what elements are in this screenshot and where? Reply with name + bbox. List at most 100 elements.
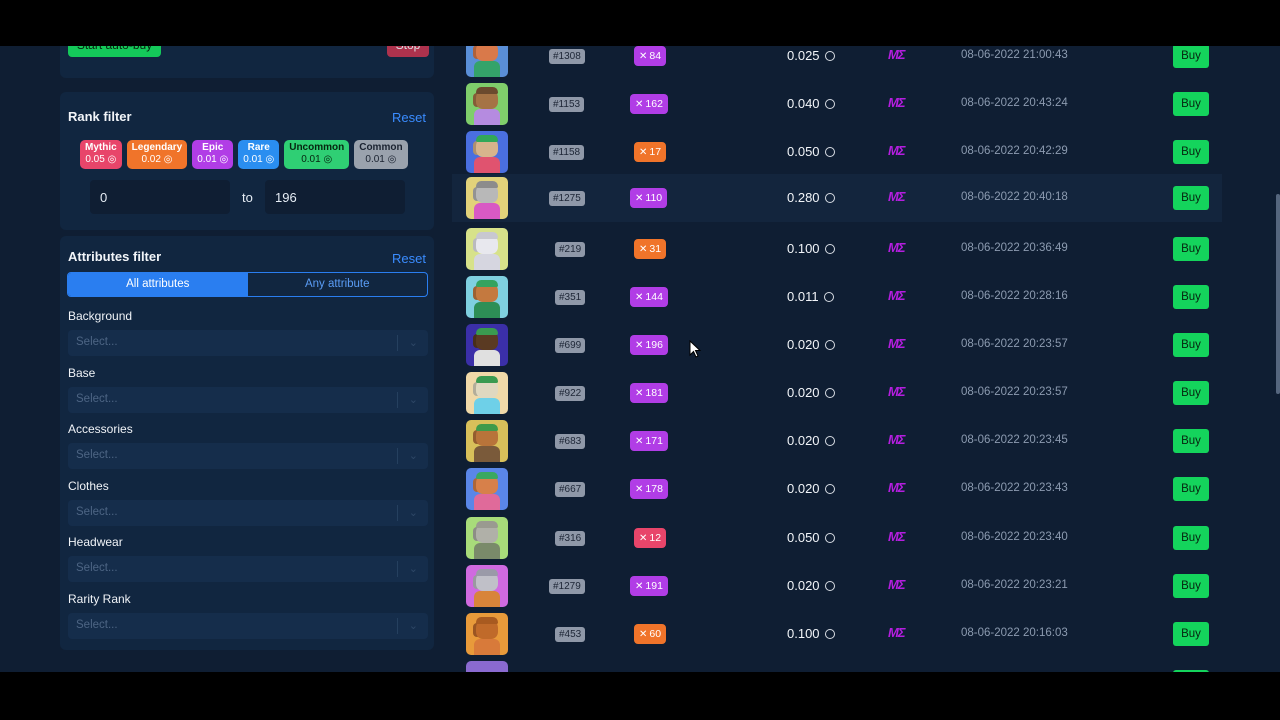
nft-thumbnail[interactable] — [466, 565, 508, 607]
buy-button[interactable]: Buy — [1173, 381, 1209, 405]
price-value: 0.100 — [787, 626, 820, 641]
chevron-down-icon[interactable]: ⌄ — [409, 562, 418, 575]
rank-filter-reset-link[interactable]: Reset — [392, 110, 426, 125]
filter-select-rarity-rank[interactable]: Select... ⌄ — [68, 612, 428, 639]
filter-select-clothes[interactable]: Select... ⌄ — [68, 499, 428, 526]
magic-eden-icon[interactable]: MΣ — [888, 240, 905, 255]
chevron-down-icon[interactable]: ⌄ — [409, 449, 418, 462]
price-value: 0.020 — [787, 385, 820, 400]
magic-eden-icon[interactable]: MΣ — [888, 577, 905, 592]
chevron-down-icon[interactable]: ⌄ — [409, 393, 418, 406]
filter-select-accessories[interactable]: Select... ⌄ — [68, 443, 428, 469]
nft-thumbnail[interactable] — [466, 613, 508, 655]
table-row: #453 ✕ 60 0.100 MΣ 08-06-2022 20:16:03 Buy — [452, 610, 1222, 658]
price-value: 0.020 — [787, 578, 820, 593]
table-row-partial — [452, 658, 1222, 672]
magic-eden-icon[interactable]: MΣ — [888, 625, 905, 640]
price: 0.020 — [787, 578, 835, 593]
rank-value: 196 — [645, 339, 663, 351]
nft-thumbnail[interactable] — [466, 177, 508, 219]
rarity-chip-legendary[interactable]: Legendary 0.02 ◎ — [126, 140, 188, 169]
attributes-filter-title: Attributes filter — [68, 249, 162, 264]
sol-icon — [824, 51, 835, 61]
buy-button[interactable]: Buy — [1173, 46, 1209, 68]
rank-value: 162 — [645, 98, 663, 110]
nft-thumbnail[interactable] — [466, 276, 508, 318]
magic-eden-icon[interactable]: MΣ — [888, 384, 905, 399]
buy-button[interactable]: Buy — [1173, 140, 1209, 164]
rank-value: 181 — [645, 387, 663, 399]
listings-table: #1308 ✕ 84 0.025 MΣ 08-06-2022 21:00:43 Buy #11… — [452, 46, 1222, 672]
nft-thumbnail[interactable] — [466, 372, 508, 414]
scrollbar[interactable] — [1276, 194, 1280, 394]
start-auto-buy-button[interactable]: Start auto-buy — [68, 46, 161, 57]
rarity-chip-epic[interactable]: Epic 0.01 ◎ — [192, 140, 234, 169]
price: 0.280 — [787, 190, 835, 205]
table-row: #667 ✕ 178 0.020 MΣ 08-06-2022 20:23:43 Buy — [452, 465, 1222, 513]
buy-button[interactable]: Buy — [1173, 526, 1209, 550]
buy-button[interactable]: Buy — [1173, 186, 1209, 210]
magic-eden-icon[interactable]: MΣ — [888, 529, 905, 544]
table-row: #1308 ✕ 84 0.025 MΣ 08-06-2022 21:00:43 Buy — [452, 46, 1222, 80]
buy-button[interactable]: Buy — [1173, 92, 1209, 116]
filter-select-base[interactable]: Select... ⌄ — [68, 386, 428, 413]
magic-eden-icon[interactable]: MΣ — [888, 95, 905, 110]
buy-button[interactable]: Buy — [1173, 574, 1209, 598]
nft-thumbnail[interactable] — [466, 46, 508, 77]
buy-button[interactable]: Buy — [1173, 622, 1209, 646]
nft-thumbnail[interactable] — [466, 131, 508, 173]
chip-price-value: 0.01 — [243, 154, 263, 165]
all-attributes-tab[interactable]: All attributes — [68, 273, 248, 296]
magic-eden-icon[interactable]: MΣ — [888, 336, 905, 351]
sol-icon — [823, 292, 834, 302]
magic-eden-icon[interactable]: MΣ — [888, 143, 905, 158]
select-divider — [397, 617, 398, 634]
rarity-chip-mythic[interactable]: Mythic 0.05 ◎ — [80, 140, 122, 169]
magic-eden-icon[interactable]: MΣ — [888, 189, 905, 204]
chevron-down-icon[interactable]: ⌄ — [409, 619, 418, 632]
nft-thumbnail[interactable] — [466, 324, 508, 366]
rarity-chip-rare[interactable]: Rare 0.01 ◎ — [238, 140, 280, 169]
nft-thumbnail[interactable] — [466, 228, 508, 270]
chip-price-value: 0.01 — [197, 154, 217, 165]
buy-button[interactable]: Buy — [1173, 429, 1209, 453]
rarity-chip-common[interactable]: Common 0.01 ◎ — [354, 140, 408, 169]
nft-thumbnail[interactable] — [466, 468, 508, 510]
buy-button[interactable]: Buy — [1173, 237, 1209, 261]
listing-timestamp: 08-06-2022 21:00:43 — [961, 49, 1068, 61]
rank-from-input[interactable]: 0 — [90, 180, 230, 214]
stop-button[interactable]: Stop — [387, 46, 429, 57]
filter-select-headwear[interactable]: Select... ⌄ — [68, 556, 428, 582]
rank-to-input[interactable]: 196 — [265, 180, 405, 214]
price-value: 0.025 — [787, 48, 820, 63]
chip-price: 0.01 ◎ — [243, 154, 274, 166]
select-placeholder: Select... — [76, 562, 118, 574]
rarity-chip-uncommon[interactable]: Uncommon 0.01 ◎ — [284, 140, 350, 169]
nft-thumbnail[interactable] — [466, 420, 508, 462]
listing-timestamp: 08-06-2022 20:23:21 — [961, 579, 1068, 591]
magic-eden-icon[interactable]: MΣ — [888, 480, 905, 495]
select-divider — [397, 335, 398, 351]
rank-icon: ✕ — [635, 99, 644, 110]
filter-select-background[interactable]: Select... ⌄ — [68, 330, 428, 356]
any-attribute-tab[interactable]: Any attribute — [248, 273, 428, 296]
chevron-down-icon[interactable]: ⌄ — [409, 336, 418, 349]
magic-eden-icon[interactable]: MΣ — [888, 432, 905, 447]
nft-thumbnail[interactable] — [466, 661, 508, 672]
price: 0.025 — [787, 48, 835, 63]
nft-thumbnail[interactable] — [466, 517, 508, 559]
table-row: #351 ✕ 144 0.011 MΣ 08-06-2022 20:28:16 Buy — [452, 273, 1222, 321]
nft-thumbnail[interactable] — [466, 83, 508, 125]
buy-button[interactable]: Buy — [1173, 285, 1209, 309]
sol-icon: ◎ — [160, 154, 173, 165]
chevron-down-icon[interactable]: ⌄ — [409, 506, 418, 519]
magic-eden-icon[interactable]: MΣ — [888, 288, 905, 303]
filter-label-base: Base — [68, 365, 96, 380]
buy-button[interactable]: Buy — [1173, 477, 1209, 501]
attributes-filter-reset-link[interactable]: Reset — [392, 251, 426, 266]
chip-price: 0.05 ◎ — [85, 154, 117, 166]
listing-timestamp: 08-06-2022 20:23:57 — [961, 338, 1068, 350]
buy-button[interactable]: Buy — [1173, 333, 1209, 357]
range-separator: to — [242, 190, 253, 205]
magic-eden-icon[interactable]: MΣ — [888, 47, 905, 62]
